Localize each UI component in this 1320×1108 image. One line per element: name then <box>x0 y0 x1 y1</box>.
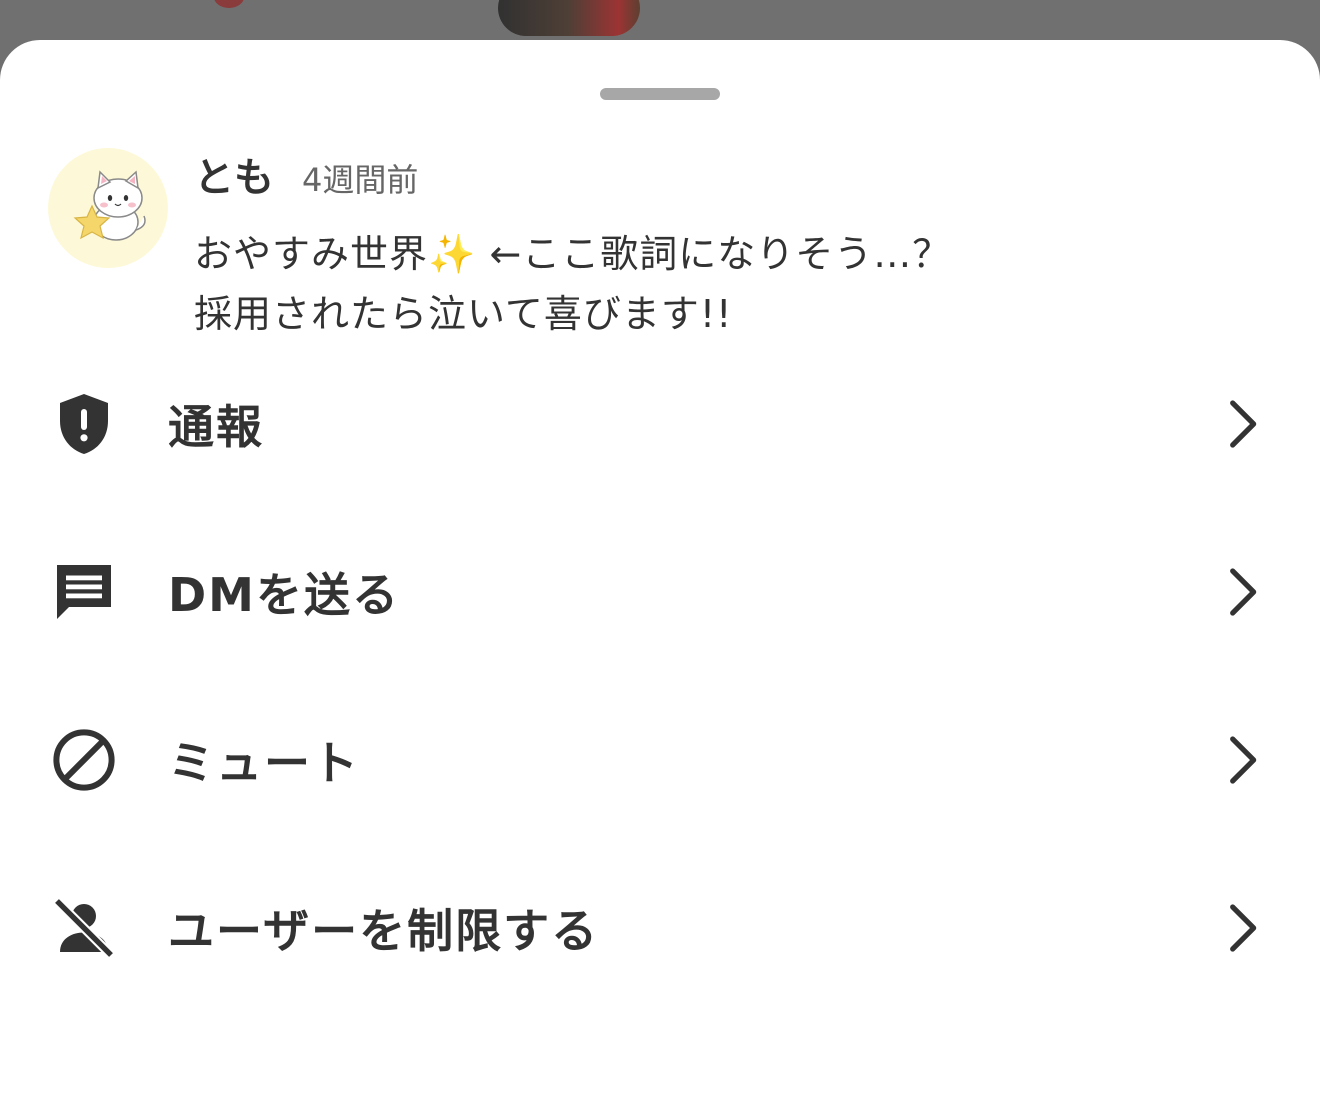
chevron-right-icon <box>1230 904 1257 952</box>
restrict-user-icon <box>53 897 115 959</box>
chevron-right-icon <box>1230 400 1257 448</box>
menu-item-restrict-user[interactable]: ユーザーを制限する <box>0 844 1320 1012</box>
report-shield-icon <box>60 394 108 454</box>
menu-item-send-dm[interactable]: DMを送る <box>0 508 1320 676</box>
background-image-fragment <box>498 0 640 36</box>
menu-item-label: ユーザーを制限する <box>168 904 600 958</box>
menu-item-label: ミュート <box>168 736 360 790</box>
cat-with-star-icon <box>73 170 146 241</box>
mute-block-icon <box>53 729 115 791</box>
chevron-right-icon <box>1230 568 1257 616</box>
background-image-fragment <box>214 0 244 8</box>
menu-item-label: DMを送る <box>168 568 400 622</box>
comment-username[interactable]: とも <box>194 152 274 204</box>
comment-text-line: 採用されたら泣いて喜びます!! <box>194 292 733 336</box>
menu-item-report[interactable]: 通報 <box>0 340 1320 508</box>
chevron-right-icon <box>1230 736 1257 784</box>
comment-text: おやすみ世界✨ ←ここ歌詞になりそう…？ 採用されたら泣いて喜びます!! <box>194 224 1254 344</box>
bottom-sheet: とも 4週間前 おやすみ世界✨ ←ここ歌詞になりそう…？ 採用されたら泣いて喜び… <box>0 40 1320 1108</box>
sheet-drag-handle[interactable] <box>600 88 720 100</box>
menu-item-mute[interactable]: ミュート <box>0 676 1320 844</box>
comment-timestamp: 4週間前 <box>302 161 419 199</box>
message-icon <box>57 565 111 619</box>
avatar[interactable] <box>48 148 168 268</box>
comment-text-line: おやすみ世界✨ ←ここ歌詞になりそう…？ <box>194 232 952 276</box>
menu-item-label: 通報 <box>168 400 264 454</box>
